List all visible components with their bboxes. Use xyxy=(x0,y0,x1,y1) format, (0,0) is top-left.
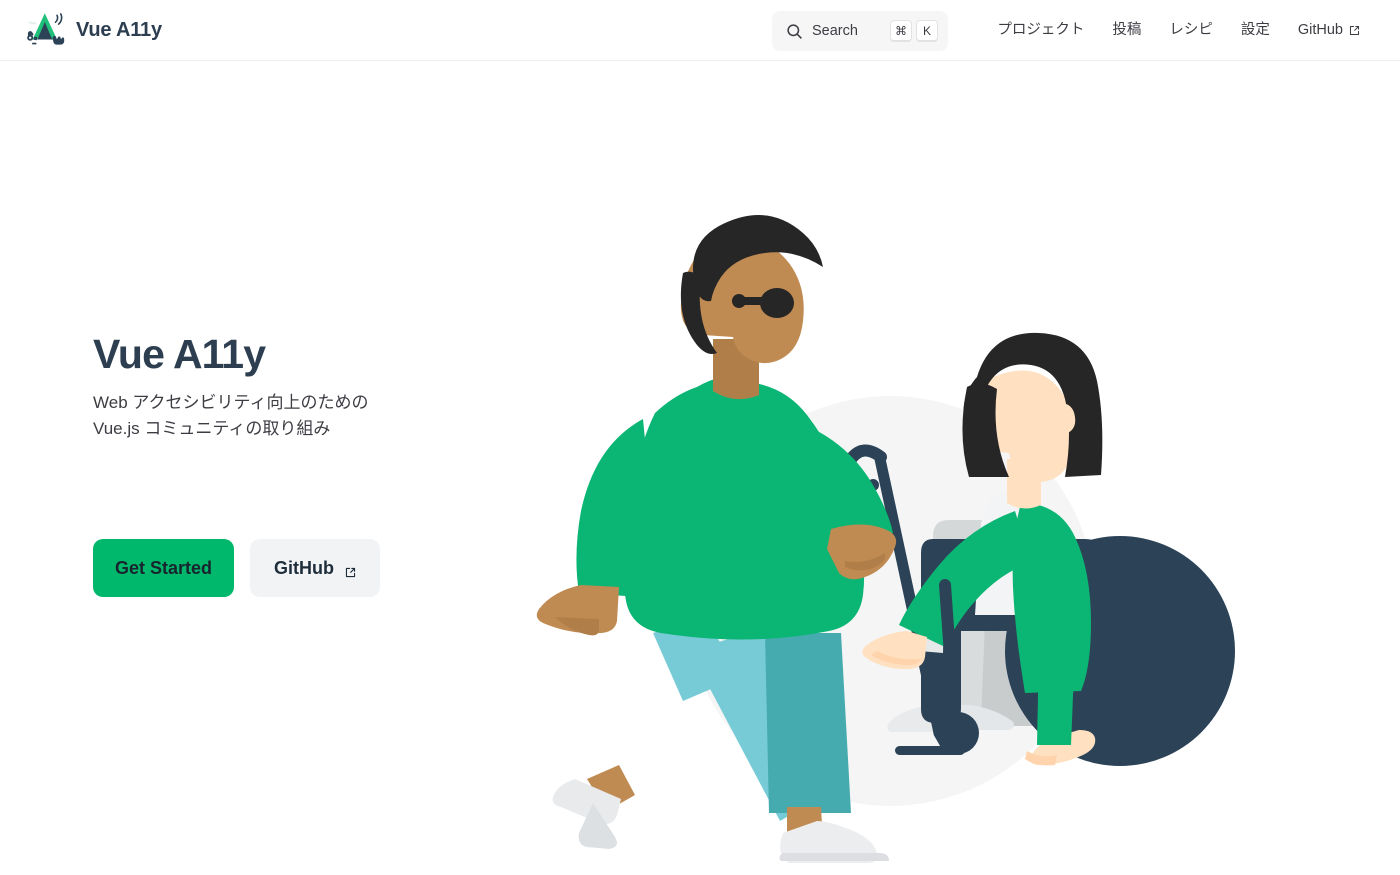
search-button[interactable]: Search ⌘ K xyxy=(772,11,948,51)
brand-home-link[interactable]: Vue A11y xyxy=(24,9,162,51)
hero-tagline: Web アクセシビリティ向上のための Vue.js コミュニティの取り組み xyxy=(93,393,369,438)
search-icon xyxy=(786,23,803,40)
nav-item-posts[interactable]: 投稿 xyxy=(1098,23,1155,38)
nav-item-projects-label: プロジェクト xyxy=(997,22,1085,39)
get-started-button[interactable]: Get Started xyxy=(93,539,235,597)
search-label: Search xyxy=(812,23,858,39)
nav-item-github-label: GitHub xyxy=(1297,22,1343,39)
brand-title: Vue A11y xyxy=(76,18,162,41)
nav-item-posts-label: 投稿 xyxy=(1112,22,1142,39)
nav-item-projects[interactable]: プロジェクト xyxy=(983,23,1098,38)
kbd-command-key: ⌘ xyxy=(890,20,912,42)
hero-section: Vue A11y Web アクセシビリティ向上のための Vue.js コミュニテ… xyxy=(0,61,1400,875)
main-navigation: プロジェクト 投稿 レシピ 設定 GitHub xyxy=(983,0,1374,61)
github-button[interactable]: GitHub xyxy=(250,539,381,597)
get-started-label: Get Started xyxy=(115,558,213,578)
nav-item-github[interactable]: GitHub xyxy=(1284,23,1374,38)
nav-item-settings[interactable]: 設定 xyxy=(1227,23,1284,38)
page-title: Vue A11y xyxy=(93,331,266,377)
nav-item-recipes-label: レシピ xyxy=(1169,22,1213,39)
nav-item-settings-label: 設定 xyxy=(1240,22,1270,39)
search-shortcut-keys: ⌘ K xyxy=(890,20,938,42)
site-header: Vue A11y Search ⌘ K プロジェクト 投稿 レシピ 設定 Git… xyxy=(0,0,1400,61)
vue-a11y-logo-icon xyxy=(24,9,66,51)
accessibility-people-illustration xyxy=(515,181,1315,875)
hero-text-block: Vue A11y Web アクセシビリティ向上のための Vue.js コミュニテ… xyxy=(93,331,513,442)
github-button-label: GitHub xyxy=(274,558,335,578)
nav-item-recipes[interactable]: レシピ xyxy=(1155,23,1227,38)
person-walking-with-cane xyxy=(536,215,897,863)
kbd-k-key: K xyxy=(916,20,938,42)
external-link-icon xyxy=(345,563,356,577)
external-link-icon xyxy=(1349,25,1360,36)
hero-action-buttons: Get Started GitHub xyxy=(93,539,381,597)
